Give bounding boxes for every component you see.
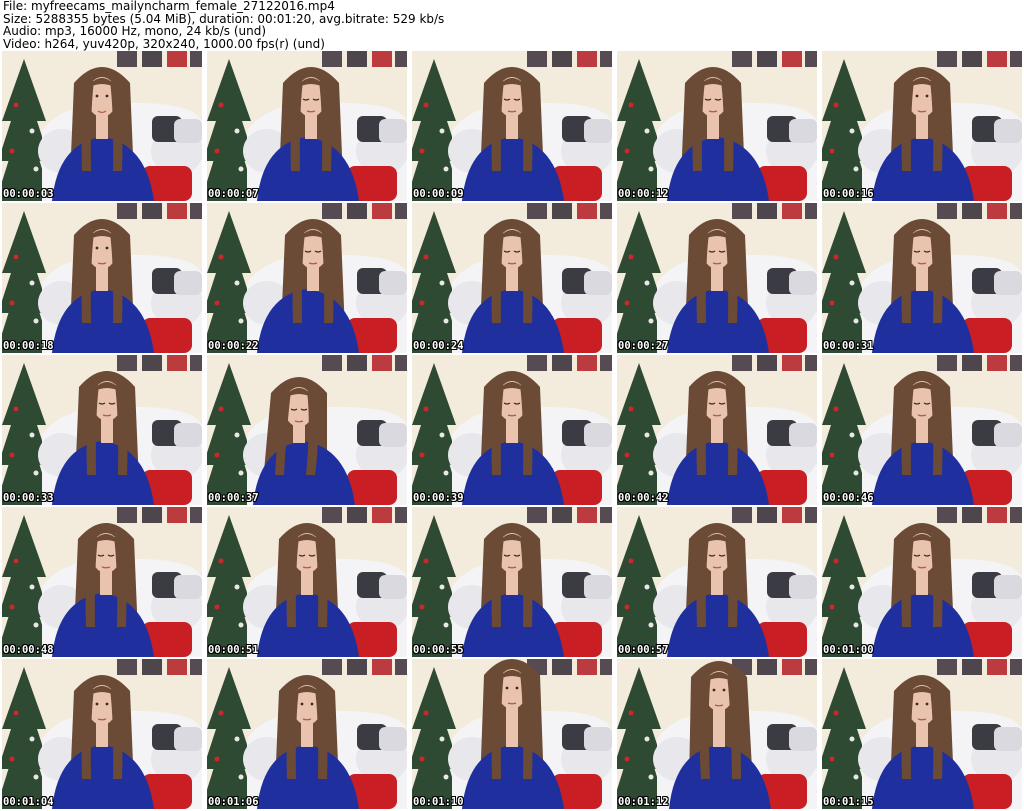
timestamp-label: 00:00:07 [208, 188, 259, 200]
video-thumbnail: 00:00:39 [412, 355, 612, 505]
timestamp-label: 00:00:22 [208, 340, 259, 352]
timestamp-label: 00:00:57 [618, 644, 669, 656]
video-thumbnail: 00:00:42 [617, 355, 817, 505]
video-thumbnail: 00:00:09 [412, 51, 612, 201]
timestamp-label: 00:00:55 [413, 644, 464, 656]
thumbnail-scene [207, 659, 407, 809]
thumbnail-scene [2, 507, 202, 657]
video-thumbnail: 00:00:07 [207, 51, 407, 201]
timestamp-label: 00:00:24 [413, 340, 464, 352]
timestamp-label: 00:01:12 [618, 796, 669, 808]
timestamp-label: 00:00:31 [823, 340, 874, 352]
video-thumbnail: 00:00:46 [822, 355, 1022, 505]
video-thumbnail: 00:00:27 [617, 203, 817, 353]
video-thumbnail: 00:00:16 [822, 51, 1022, 201]
thumbnail-scene [617, 203, 817, 353]
thumbnail-scene [412, 203, 612, 353]
audio-info-line: Audio: mp3, 16000 Hz, mono, 24 kb/s (und… [3, 24, 267, 38]
thumbnail-scene [412, 659, 612, 809]
video-thumbnail: 00:00:57 [617, 507, 817, 657]
thumbnail-scene [412, 355, 612, 505]
video-thumbnail: 00:00:48 [2, 507, 202, 657]
video-thumbnail: 00:00:55 [412, 507, 612, 657]
thumbnail-scene [207, 51, 407, 201]
timestamp-label: 00:00:37 [208, 492, 259, 504]
video-thumbnail: 00:00:03 [2, 51, 202, 201]
file-name-line: File: myfreecams_mailyncharm_female_2712… [3, 0, 335, 13]
thumbnail-scene [822, 51, 1022, 201]
video-thumbnail: 00:00:12 [617, 51, 817, 201]
timestamp-label: 00:00:12 [618, 188, 669, 200]
thumbnail-scene [412, 51, 612, 201]
thumbnail-scene [617, 659, 817, 809]
video-thumbnail: 00:01:15 [822, 659, 1022, 809]
thumbnail-scene [822, 507, 1022, 657]
video-info-line: Video: h264, yuv420p, 320x240, 1000.00 f… [3, 36, 325, 51]
video-thumbnail: 00:00:24 [412, 203, 612, 353]
timestamp-label: 00:00:16 [823, 188, 874, 200]
video-thumbnail: 00:00:18 [2, 203, 202, 353]
video-thumbnail: 00:01:12 [617, 659, 817, 809]
thumbnail-scene [822, 659, 1022, 809]
video-thumbnail: 00:00:33 [2, 355, 202, 505]
timestamp-label: 00:01:00 [823, 644, 874, 656]
timestamp-label: 00:00:46 [823, 492, 874, 504]
thumbnail-scene [617, 355, 817, 505]
timestamp-label: 00:00:18 [3, 340, 54, 352]
timestamp-label: 00:01:10 [413, 796, 464, 808]
thumbnail-scene [617, 51, 817, 201]
video-thumbnail: 00:01:10 [412, 659, 612, 809]
thumbnail-scene [412, 507, 612, 657]
timestamp-label: 00:00:51 [208, 644, 259, 656]
timestamp-label: 00:00:48 [3, 644, 54, 656]
thumbnail-scene [2, 355, 202, 505]
timestamp-label: 00:01:04 [3, 796, 54, 808]
thumbnail-scene [207, 355, 407, 505]
timestamp-label: 00:01:15 [823, 796, 874, 808]
thumbnail-scene [207, 203, 407, 353]
thumbnail-scene [617, 507, 817, 657]
timestamp-label: 00:00:33 [3, 492, 54, 504]
timestamp-label: 00:00:42 [618, 492, 669, 504]
timestamp-label: 00:01:06 [208, 796, 259, 808]
video-thumbnail: 00:01:00 [822, 507, 1022, 657]
thumbnail-scene [2, 51, 202, 201]
video-thumbnail: 00:00:31 [822, 203, 1022, 353]
file-info-header: File: myfreecams_mailyncharm_female_2712… [3, 0, 1021, 50]
timestamp-label: 00:00:39 [413, 492, 464, 504]
video-thumbnail: 00:01:06 [207, 659, 407, 809]
timestamp-label: 00:00:03 [3, 188, 54, 200]
thumbnail-scene [822, 203, 1022, 353]
thumbnail-grid: 00:00:03 00:00:07 00:00:09 00:00:12 00:00:16… [2, 51, 1022, 811]
thumbnail-scene [207, 507, 407, 657]
thumbnail-scene [2, 203, 202, 353]
thumbnail-scene [822, 355, 1022, 505]
video-thumbnail: 00:01:04 [2, 659, 202, 809]
video-thumbnail: 00:00:37 [207, 355, 407, 505]
thumbnail-scene [2, 659, 202, 809]
video-thumbnail: 00:00:51 [207, 507, 407, 657]
video-thumbnail: 00:00:22 [207, 203, 407, 353]
timestamp-label: 00:00:27 [618, 340, 669, 352]
timestamp-label: 00:00:09 [413, 188, 464, 200]
